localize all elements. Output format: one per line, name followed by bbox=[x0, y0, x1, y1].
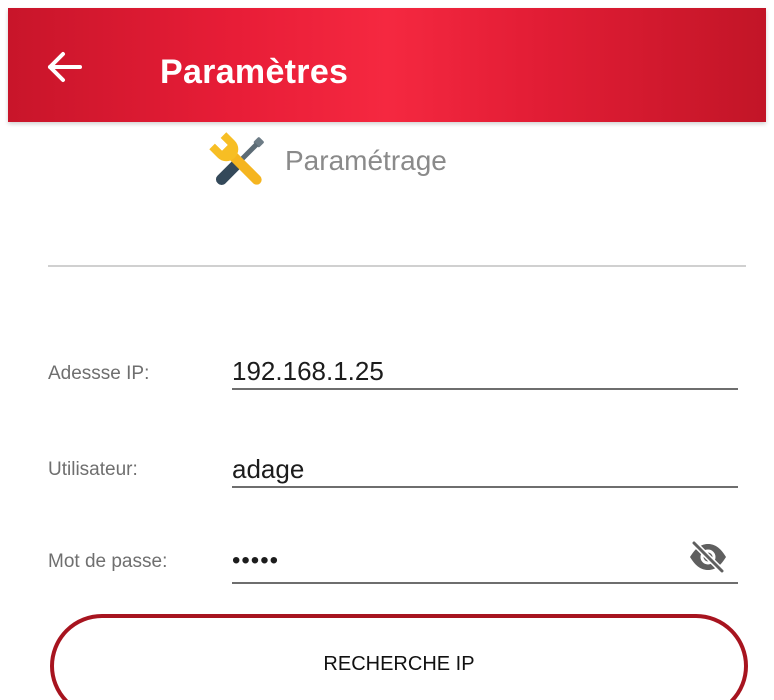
username-input[interactable] bbox=[232, 452, 738, 488]
section-header: Paramétrage bbox=[205, 128, 447, 196]
tools-icon bbox=[209, 132, 264, 186]
settings-screen: Paramètres Paramétrage Adessse IP: Utili… bbox=[0, 0, 774, 700]
username-label: Utilisateur: bbox=[48, 459, 138, 480]
search-ip-button[interactable]: RECHERCHE IP bbox=[50, 614, 748, 700]
search-ip-button-label: RECHERCHE IP bbox=[323, 653, 475, 675]
back-button[interactable] bbox=[44, 45, 88, 89]
section-divider bbox=[48, 265, 746, 267]
ip-address-label: Adessse IP: bbox=[48, 363, 150, 384]
arrow-left-icon bbox=[48, 52, 82, 82]
page-title: Paramètres bbox=[160, 53, 349, 91]
password-input[interactable] bbox=[232, 544, 672, 578]
ip-address-input[interactable] bbox=[232, 354, 738, 390]
eye-off-icon bbox=[690, 540, 726, 574]
section-title: Paramétrage bbox=[285, 145, 447, 176]
app-bar: Paramètres bbox=[8, 8, 766, 122]
password-underline bbox=[232, 582, 738, 584]
password-label: Mot de passe: bbox=[48, 551, 168, 572]
toggle-password-visibility-button[interactable] bbox=[688, 540, 728, 574]
